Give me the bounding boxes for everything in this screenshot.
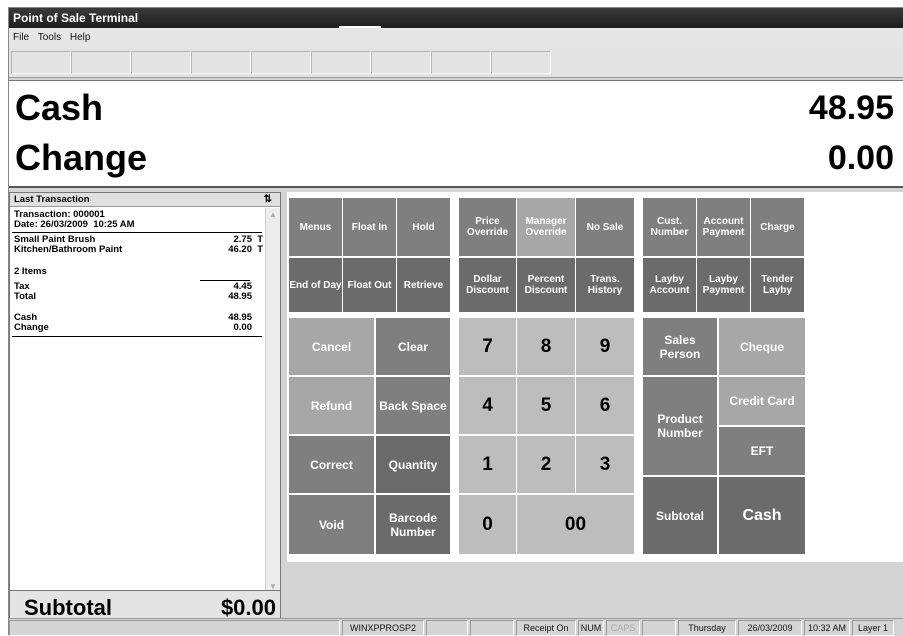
total-label: Total <box>14 291 36 302</box>
status-layer: Layer 1 <box>852 620 894 636</box>
toolbar-slot[interactable] <box>371 51 431 74</box>
divider <box>12 336 262 337</box>
receipt-item-tax-flag: T <box>257 244 263 255</box>
charge-button[interactable]: Charge <box>751 198 804 256</box>
receipt-header: Last Transaction ⇅ <box>10 193 280 207</box>
status-time: 10:32 AM <box>804 620 850 636</box>
key-7[interactable]: 7 <box>459 318 516 375</box>
percent-discount-button[interactable]: Percent Discount <box>517 258 575 312</box>
clear-button[interactable]: Clear <box>376 318 450 375</box>
toolbar-slot[interactable] <box>251 51 311 74</box>
key-0[interactable]: 0 <box>459 495 516 554</box>
product-number-button[interactable]: Product Number <box>643 377 717 475</box>
status-panel <box>9 620 340 636</box>
cash-button[interactable]: Cash <box>719 477 805 554</box>
correct-button[interactable]: Correct <box>289 436 374 493</box>
menu-bar: File Tools Help <box>9 28 903 48</box>
menu-help[interactable]: Help <box>70 32 91 43</box>
receipt-title: Last Transaction <box>14 194 90 205</box>
total-value: 48.95 <box>228 291 252 302</box>
back-space-button[interactable]: Back Space <box>376 377 450 434</box>
cust-number-button[interactable]: Cust. Number <box>643 198 696 256</box>
status-panel <box>470 620 514 636</box>
transaction-date: Date: 26/03/2009 10:25 AM <box>14 219 135 230</box>
tender-layby-button[interactable]: Tender Layby <box>751 258 804 312</box>
menus-button[interactable]: Menus <box>289 198 342 256</box>
customer-display: Cash 48.95 Change 0.00 <box>9 80 903 188</box>
key-9[interactable]: 9 <box>576 318 634 375</box>
toolbar-slot[interactable] <box>491 51 551 74</box>
credit-card-button[interactable]: Credit Card <box>719 377 805 425</box>
item-count: 2 Items <box>14 266 47 277</box>
scroll-up-icon[interactable]: ▲ <box>266 208 280 222</box>
quantity-button[interactable]: Quantity <box>376 436 450 493</box>
float-out-button[interactable]: Float Out <box>343 258 396 312</box>
retrieve-button[interactable]: Retrieve <box>397 258 450 312</box>
float-in-button[interactable]: Float In <box>343 198 396 256</box>
menu-tools[interactable]: Tools <box>38 32 61 43</box>
trans-history-button[interactable]: Trans. History <box>576 258 634 312</box>
barcode-number-button[interactable]: Barcode Number <box>376 495 450 554</box>
layby-payment-button[interactable]: Layby Payment <box>697 258 750 312</box>
receipt-panel: Last Transaction ⇅ Transaction: 000001 D… <box>9 192 281 595</box>
status-num-lock: NUM <box>578 620 604 636</box>
divider <box>12 232 262 233</box>
no-sale-button[interactable]: No Sale <box>576 198 634 256</box>
status-receipt: Receipt On <box>516 620 576 636</box>
refund-button[interactable]: Refund <box>289 377 374 434</box>
key-00[interactable]: 00 <box>517 495 634 554</box>
key-2[interactable]: 2 <box>517 436 575 493</box>
cancel-button[interactable]: Cancel <box>289 318 374 375</box>
display-change-value: 0.00 <box>827 139 894 177</box>
toolbar-slot[interactable] <box>11 51 71 74</box>
menu-file[interactable]: File <box>13 32 29 43</box>
hold-button[interactable]: Hold <box>397 198 450 256</box>
title-bar: Point of Sale Terminal <box>9 8 903 28</box>
toolbar-slot[interactable] <box>431 51 491 74</box>
void-button[interactable]: Void <box>289 495 374 554</box>
subtotal-button[interactable]: Subtotal <box>643 477 717 554</box>
toolbar <box>9 48 903 78</box>
price-override-button[interactable]: Price Override <box>459 198 516 256</box>
sort-icon[interactable]: ⇅ <box>264 193 272 207</box>
display-change-label: Change <box>15 137 148 178</box>
key-6[interactable]: 6 <box>576 377 634 434</box>
account-payment-button[interactable]: Account Payment <box>697 198 750 256</box>
status-machine-name: WINXPPROSP2 <box>342 620 424 636</box>
dollar-discount-button[interactable]: Dollar Discount <box>459 258 516 312</box>
receipt-item-name: Kitchen/Bathroom Paint <box>14 244 123 255</box>
status-caps-lock: CAPS <box>606 620 640 636</box>
key-8[interactable]: 8 <box>517 318 575 375</box>
receipt-scrollbar[interactable]: ▲ ▼ <box>265 208 280 594</box>
window-title: Point of Sale Terminal <box>13 11 139 25</box>
key-4[interactable]: 4 <box>459 377 516 434</box>
status-panel <box>426 620 468 636</box>
key-1[interactable]: 1 <box>459 436 516 493</box>
status-panel <box>642 620 676 636</box>
key-5[interactable]: 5 <box>517 377 575 434</box>
status-day: Thursday <box>678 620 736 636</box>
end-of-day-button[interactable]: End of Day <box>289 258 342 312</box>
toolbar-slot[interactable] <box>191 51 251 74</box>
pos-window: Point of Sale Terminal File Tools Help C… <box>8 7 903 636</box>
keypad-area: Menus Float In Hold Price Override Manag… <box>287 192 903 562</box>
change-label: Change <box>14 322 49 333</box>
toolbar-slot[interactable] <box>311 51 371 74</box>
display-cash-label: Cash <box>15 87 104 128</box>
key-3[interactable]: 3 <box>576 436 634 493</box>
toolbar-slot[interactable] <box>131 51 191 74</box>
status-bar: WINXPPROSP2 Receipt On NUM CAPS Thursday… <box>9 618 903 636</box>
toolbar-slot[interactable] <box>71 51 131 74</box>
change-value: 0.00 <box>233 322 253 333</box>
sales-person-button[interactable]: Sales Person <box>643 318 717 375</box>
display-cash-value: 48.95 <box>808 89 894 127</box>
layby-account-button[interactable]: Layby Account <box>643 258 696 312</box>
cheque-button[interactable]: Cheque <box>719 318 805 375</box>
status-date: 26/03/2009 <box>738 620 802 636</box>
eft-button[interactable]: EFT <box>719 427 805 475</box>
receipt-item-price: 46.20 <box>228 244 252 255</box>
manager-override-button[interactable]: Manager Override <box>517 198 575 256</box>
